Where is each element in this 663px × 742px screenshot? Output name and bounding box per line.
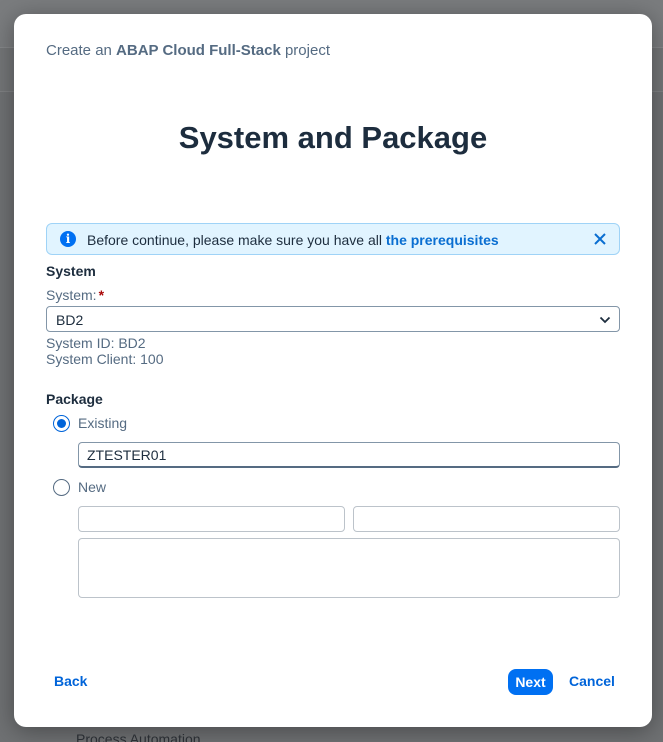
info-message-text: Before continue, please make sure you ha…: [87, 232, 386, 248]
info-message: Before continue, please make sure you ha…: [87, 232, 499, 248]
create-project-dialog: Create an ABAP Cloud Full-Stack project …: [14, 14, 652, 727]
system-section-title: System: [46, 263, 96, 279]
package-section-title: Package: [46, 391, 103, 407]
existing-package-radio[interactable]: [53, 415, 70, 432]
existing-package-label: Existing: [78, 415, 128, 431]
next-button[interactable]: Next: [508, 669, 553, 695]
system-client-text: System Client: 100: [46, 351, 164, 367]
required-marker: *: [98, 287, 105, 303]
close-icon[interactable]: [591, 229, 609, 249]
background-list-item: Process Automation: [76, 731, 201, 742]
system-select-value: BD2: [56, 312, 84, 328]
system-id-text: System ID: BD2: [46, 335, 146, 351]
system-label-text: System:: [46, 287, 97, 303]
new-super-package-input[interactable]: [353, 506, 620, 532]
existing-package-input[interactable]: [78, 442, 620, 468]
new-package-description-textarea[interactable]: [78, 538, 620, 598]
header-prefix: Create an: [46, 42, 117, 59]
page-title: System and Package: [178, 120, 488, 155]
new-package-label: New: [78, 479, 107, 495]
system-select[interactable]: BD2: [46, 306, 620, 332]
info-message-strip: i Before continue, please make sure you …: [46, 223, 620, 255]
back-button[interactable]: Back: [54, 673, 87, 689]
dialog-header: Create an ABAP Cloud Full-Stack project: [46, 42, 330, 59]
new-package-name-input[interactable]: [78, 506, 345, 532]
new-package-radio[interactable]: [53, 479, 70, 496]
header-project-type: ABAP Cloud Full-Stack: [116, 42, 281, 59]
prerequisites-link[interactable]: the prerequisites: [386, 232, 499, 248]
radio-selected-dot: [57, 419, 66, 428]
info-icon: i: [60, 231, 76, 247]
system-field-label: System: *: [46, 287, 104, 303]
chevron-down-icon: [599, 316, 611, 324]
header-suffix: project: [280, 42, 330, 59]
cancel-button[interactable]: Cancel: [569, 673, 615, 689]
